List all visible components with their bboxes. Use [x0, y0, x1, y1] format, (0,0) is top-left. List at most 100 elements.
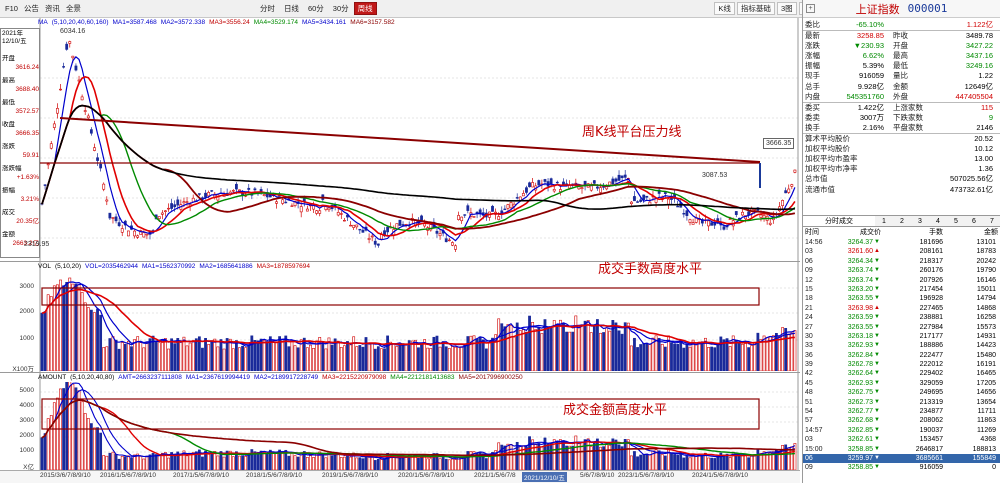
candle-body	[691, 222, 695, 225]
trades-tab-6[interactable]: 6	[965, 216, 983, 226]
trade-row[interactable]: 33 3262.93 ▼ 188886 14423	[803, 341, 1000, 350]
volume-bar	[737, 342, 741, 371]
trade-amount: 15011	[977, 285, 996, 293]
trade-row[interactable]: 06 3259.97 ▼ 3685661 155849	[803, 453, 1000, 464]
quote-stat-value: 1.36	[978, 164, 993, 174]
trades-tab-4[interactable]: 4	[929, 216, 947, 226]
info-label: 最低	[2, 99, 15, 106]
panel-toggle-icon[interactable]: +	[806, 4, 815, 13]
trade-row[interactable]: 51 3262.73 ▼ 213319 13654	[803, 398, 1000, 407]
trade-row[interactable]: 15 3263.20 ▼ 217454 15011	[803, 285, 1000, 294]
trade-row[interactable]: 30 3263.18 ▼ 217177 14931	[803, 332, 1000, 341]
amount-bar	[167, 457, 170, 470]
candle-body	[435, 230, 439, 234]
amount-bar	[157, 454, 161, 470]
volume-bar	[207, 344, 211, 371]
candle-body	[741, 211, 744, 216]
trade-row[interactable]: 21 3263.98 ▲ 227465 14868	[803, 304, 1000, 313]
amount-bar	[438, 458, 442, 470]
volume-bar	[626, 322, 630, 371]
quote-stat-row: 流通市值 473732.61亿	[803, 185, 1000, 195]
trade-row[interactable]: 48 3262.75 ▼ 249695 14656	[803, 388, 1000, 397]
period-tab-1[interactable]: 日线	[280, 2, 303, 15]
quote-value: 9	[988, 112, 993, 122]
candle-body	[99, 163, 103, 169]
period-tab-4[interactable]: 周线	[353, 2, 377, 15]
volume-bar	[713, 347, 717, 371]
period-tab-2[interactable]: 60分	[304, 2, 328, 15]
trade-row[interactable]: 03 3262.61 ▼ 153457 4368	[803, 435, 1000, 444]
info-label: 金额	[2, 231, 15, 238]
volume-annotation: 成交手数高度水平	[598, 262, 703, 277]
candle-body	[173, 204, 177, 208]
trades-tab-2[interactable]: 2	[893, 216, 911, 226]
volume-bar	[719, 336, 723, 371]
trade-row[interactable]: 27 3263.55 ▼ 227984 15573	[803, 323, 1000, 332]
trade-row[interactable]: 39 3262.78 ▼ 222012 16191	[803, 360, 1000, 369]
amount-bar	[287, 455, 291, 470]
trade-row[interactable]: 24 3263.59 ▼ 238881 16258	[803, 313, 1000, 322]
toolbar-button-0[interactable]: K线	[714, 2, 735, 15]
volume-bar	[312, 348, 315, 371]
toolbar-button-2[interactable]: 3图	[776, 2, 797, 15]
amount-bar	[787, 447, 791, 470]
trades-tab-1[interactable]: 1	[875, 216, 893, 226]
trade-row[interactable]: 06 3264.34 ▼ 218317 20242	[803, 257, 1000, 266]
trade-row[interactable]: 42 3262.64 ▼ 229402 16465	[803, 369, 1000, 378]
amount-bar	[515, 441, 519, 470]
volume-bar	[117, 348, 121, 371]
trade-row[interactable]: 15:00 3258.85 ▼ 2646817 188813	[803, 445, 1000, 454]
period-tab-3[interactable]: 30分	[329, 2, 353, 15]
quote-value: 3437.16	[965, 50, 993, 60]
volume-bar	[330, 344, 334, 371]
candle-body	[373, 240, 377, 245]
trade-row[interactable]: 54 3262.77 ▼ 234877 11711	[803, 407, 1000, 416]
volume-bar	[676, 343, 680, 371]
trade-row[interactable]: 14:57 3262.85 ▼ 190037 11269	[803, 426, 1000, 435]
candle-body	[614, 178, 618, 182]
kline-chart[interactable]	[0, 18, 800, 483]
trade-amount: 13654	[976, 398, 996, 406]
trade-row[interactable]: 18 3263.55 ▼ 196928 14794	[803, 294, 1000, 303]
volume-bar	[272, 341, 275, 371]
trade-row[interactable]: 36 3262.84 ▼ 222477 15480	[803, 351, 1000, 360]
trades-tab-5[interactable]: 5	[947, 216, 965, 226]
volume-bar	[580, 324, 584, 371]
quote-label: 最低	[893, 61, 908, 71]
quote-stat-label: 流通市值	[805, 184, 835, 194]
trade-row[interactable]: 12 3263.74 ▼ 207926 16146	[803, 276, 1000, 285]
trade-row[interactable]: 45 3262.93 ▼ 329059 17205	[803, 379, 1000, 388]
trades-tab-0[interactable]: 分时成交	[803, 216, 875, 226]
x-tick-label: 2020/1/5/6/7/8/9/10	[398, 472, 455, 479]
trades-tab-7[interactable]: 7	[983, 216, 1000, 226]
volume-bar	[398, 345, 402, 371]
toolbar-link-1[interactable]: 公告	[21, 2, 42, 16]
period-tab-0[interactable]: 分时	[256, 2, 279, 15]
down-arrow-icon: ▼	[874, 417, 880, 424]
volume-bar	[114, 339, 118, 371]
trade-row[interactable]: 14:56 3264.37 ▼ 181696 13101	[803, 238, 1000, 247]
volume-bar	[592, 324, 596, 371]
candle-body	[491, 205, 494, 212]
amount-bar	[744, 455, 747, 470]
candle-body	[160, 212, 164, 215]
volume-bar	[710, 346, 714, 371]
x-tick-label: 2017/1/5/6/7/8/9/10	[173, 472, 230, 479]
x-axis: 2015/3/6/7/8/9/10 2016/1/5/6/7/8/9/10 2017…	[0, 470, 800, 483]
amount-bar	[142, 458, 146, 470]
toolbar-link-0[interactable]: F10	[2, 2, 21, 16]
trade-row[interactable]: 03 3261.60 ▲ 208161 18783	[803, 247, 1000, 256]
trade-row[interactable]: 09 3258.85 ▼ 916059 0	[803, 463, 1000, 472]
toolbar-link-3[interactable]: 全景	[63, 2, 84, 16]
volume-bar	[93, 312, 96, 371]
toolbar-button-1[interactable]: 指标基础	[736, 2, 775, 15]
trades-tab-3[interactable]: 3	[911, 216, 929, 226]
chart-area[interactable]: MA (5,10,20,40,60,160) MA1=3587.468 MA2=357…	[0, 18, 800, 483]
trade-row[interactable]: 57 3262.68 ▼ 208062 11863	[803, 416, 1000, 425]
amount-bar	[540, 446, 544, 470]
trade-row[interactable]: 09 3263.74 ▼ 260176 19790	[803, 266, 1000, 275]
amount-bar	[99, 432, 103, 470]
toolbar-link-2[interactable]: 资讯	[42, 2, 63, 16]
volume-bar	[426, 347, 430, 371]
quote-value: 447405504	[955, 92, 993, 102]
